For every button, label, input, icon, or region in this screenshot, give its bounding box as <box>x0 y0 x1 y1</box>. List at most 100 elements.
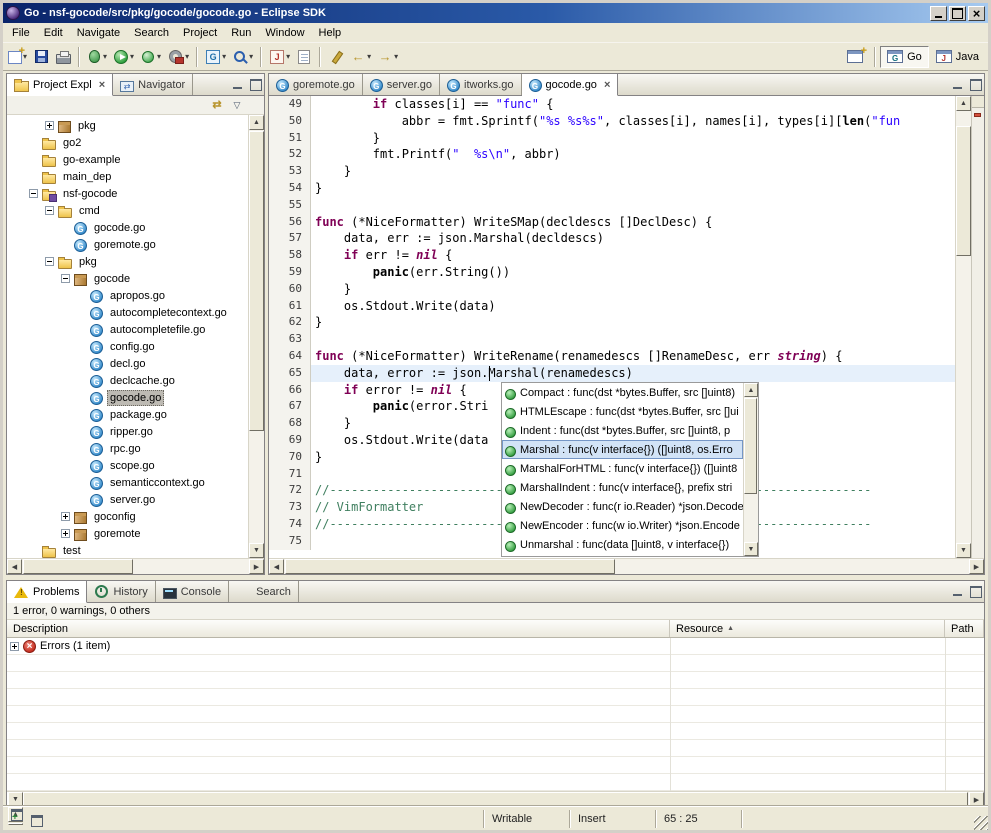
menu-search[interactable]: Search <box>127 24 176 42</box>
menu-edit[interactable]: Edit <box>37 24 70 42</box>
panel-tab-history[interactable]: History <box>87 581 155 602</box>
panel-tab-search[interactable]: Search <box>229 581 299 602</box>
tree-item-ripper-go[interactable]: ripper.go <box>7 423 248 440</box>
editor-tab-server-go[interactable]: server.go <box>363 74 440 95</box>
new-java-element-button[interactable]: ▾ <box>266 45 293 69</box>
editor-horizontal-scrollbar[interactable] <box>269 558 984 574</box>
maximize-view-button[interactable] <box>248 78 263 91</box>
scroll-right-icon[interactable] <box>249 559 264 574</box>
scrollbar-thumb[interactable] <box>744 398 757 494</box>
tree-item-goremote[interactable]: goremote <box>7 525 248 542</box>
scroll-left-icon[interactable] <box>7 559 22 574</box>
search-button[interactable]: ▾ <box>229 45 256 69</box>
titlebar[interactable]: Go - nsf-gocode/src/pkg/gocode/gocode.go… <box>3 3 988 23</box>
error-marker-icon[interactable] <box>974 113 981 117</box>
tree-item-config-go[interactable]: config.go <box>7 338 248 355</box>
back-button[interactable]: ▾ <box>347 45 374 69</box>
tree-item-declcache-go[interactable]: declcache.go <box>7 372 248 389</box>
completion-item[interactable]: MarshalIndent : func(v interface{}, pref… <box>502 478 743 497</box>
run-dropdown-icon[interactable]: ▾ <box>130 52 134 61</box>
expand-icon[interactable] <box>61 512 70 521</box>
tree-item-goremote-go[interactable]: goremote.go <box>7 236 248 253</box>
popup-scrollbar[interactable] <box>743 383 758 556</box>
tree-item-gocode-go[interactable]: gocode.go <box>7 219 248 236</box>
show-view-button[interactable] <box>27 810 45 828</box>
tree-item-rpc-go[interactable]: rpc.go <box>7 440 248 457</box>
scroll-down-icon[interactable] <box>8 792 23 807</box>
menu-navigate[interactable]: Navigate <box>70 24 127 42</box>
tree-item-go-example[interactable]: go-example <box>7 151 248 168</box>
problems-row-errors-1-item[interactable]: Errors (1 item) <box>7 638 984 655</box>
completion-item[interactable]: Indent : func(dst *bytes.Buffer, src []u… <box>502 421 743 440</box>
run-last-button[interactable]: ▾ <box>137 45 164 69</box>
tree-item-goconfig[interactable]: goconfig <box>7 508 248 525</box>
menu-window[interactable]: Window <box>258 24 311 42</box>
collapse-icon[interactable] <box>29 189 38 198</box>
scrollbar-thumb[interactable] <box>23 559 133 574</box>
scroll-left-icon[interactable] <box>269 559 284 574</box>
panel-tab-problems[interactable]: Problems <box>7 581 87 603</box>
collapse-icon[interactable] <box>45 206 54 215</box>
view-tab-project-expl[interactable]: Project Expl× <box>7 74 113 96</box>
minimize-view-button[interactable] <box>231 78 246 91</box>
tree-item-cmd[interactable]: cmd <box>7 202 248 219</box>
tree-item-main-dep[interactable]: main_dep <box>7 168 248 185</box>
external-tools-dropdown-icon[interactable]: ▾ <box>185 52 189 61</box>
scrollbar-thumb[interactable] <box>956 126 971 256</box>
tree-item-scope-go[interactable]: scope.go <box>7 457 248 474</box>
scroll-down-icon[interactable] <box>249 543 264 558</box>
editor-tab-goremote-go[interactable]: goremote.go <box>269 74 363 95</box>
tree-item-semanticcontext-go[interactable]: semanticcontext.go <box>7 474 248 491</box>
tree-item-autocompletecontext-go[interactable]: autocompletecontext.go <box>7 304 248 321</box>
tree-item-nsf-gocode[interactable]: nsf-gocode <box>7 185 248 202</box>
tree-item-go2[interactable]: go2 <box>7 134 248 151</box>
column-header-description[interactable]: Description <box>7 620 670 637</box>
minimize-button[interactable] <box>930 6 947 21</box>
scroll-up-icon[interactable] <box>956 96 971 111</box>
forward-dropdown-icon[interactable]: ▾ <box>394 52 398 61</box>
expand-icon[interactable] <box>61 529 70 538</box>
new-go-element-dropdown-icon[interactable]: ▾ <box>222 52 226 61</box>
view-tab-navigator[interactable]: Navigator <box>113 74 193 95</box>
new-button[interactable]: ▾ <box>5 45 30 69</box>
link-with-editor-button[interactable] <box>208 97 226 113</box>
expand-icon[interactable] <box>10 642 19 651</box>
tree-item-gocode-go[interactable]: gocode.go <box>7 389 248 406</box>
completion-item[interactable]: NewEncoder : func(w io.Writer) *json.Enc… <box>502 516 743 535</box>
tree-item-gocode[interactable]: gocode <box>7 270 248 287</box>
menu-help[interactable]: Help <box>312 24 349 42</box>
explorer-horizontal-scrollbar[interactable] <box>7 558 264 574</box>
run-last-dropdown-icon[interactable]: ▾ <box>157 52 161 61</box>
print-button[interactable] <box>53 45 74 69</box>
new-java-element-dropdown-icon[interactable]: ▾ <box>286 52 290 61</box>
open-perspective-button[interactable] <box>840 46 870 68</box>
completion-item[interactable]: Compact : func(dst *bytes.Buffer, src []… <box>502 383 743 402</box>
resize-grip[interactable] <box>974 816 988 830</box>
tree-item-apropos-go[interactable]: apropos.go <box>7 287 248 304</box>
forward-button[interactable]: ▾ <box>374 45 401 69</box>
minimize-editor-button[interactable] <box>951 78 966 91</box>
collapse-icon[interactable] <box>61 274 70 283</box>
scroll-right-icon[interactable] <box>969 792 984 807</box>
menu-file[interactable]: File <box>5 24 37 42</box>
expand-icon[interactable] <box>45 121 54 130</box>
tree-item-pkg[interactable]: pkg <box>7 117 248 134</box>
external-tools-button[interactable]: ▾ <box>164 45 192 69</box>
scroll-right-icon[interactable] <box>969 559 984 574</box>
completion-item[interactable]: MarshalForHTML : func(v interface{}) ([]… <box>502 459 743 478</box>
completion-item[interactable]: HTMLEscape : func(dst *bytes.Buffer, src… <box>502 402 743 421</box>
overview-ruler[interactable] <box>971 96 984 558</box>
scroll-down-icon[interactable] <box>956 543 971 558</box>
minimize-panel-button[interactable] <box>951 585 966 598</box>
fast-view-button[interactable] <box>7 810 25 828</box>
maximize-button[interactable] <box>949 6 966 21</box>
tree-item-test[interactable]: test <box>7 542 248 558</box>
open-task-button[interactable] <box>293 45 315 69</box>
close-tab-icon[interactable]: × <box>99 79 105 91</box>
back-dropdown-icon[interactable]: ▾ <box>367 52 371 61</box>
tree-item-decl-go[interactable]: decl.go <box>7 355 248 372</box>
panel-tab-console[interactable]: Console <box>156 581 229 602</box>
completion-item[interactable]: Marshal : func(v interface{}) ([]uint8, … <box>502 440 743 459</box>
perspective-java[interactable]: Java <box>929 46 986 68</box>
tree-item-package-go[interactable]: package.go <box>7 406 248 423</box>
